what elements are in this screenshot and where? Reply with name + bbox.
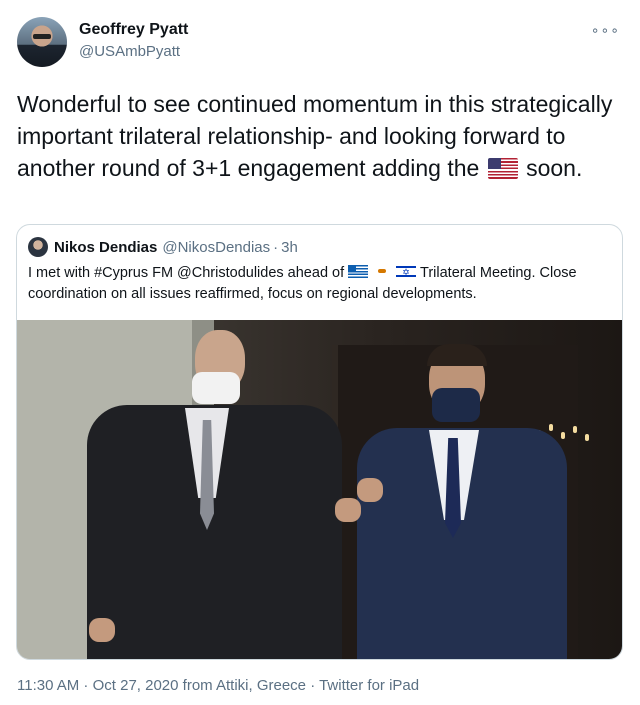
photo-hair-right <box>427 344 487 366</box>
tweet-text: Wonderful to see continued momentum in t… <box>17 88 617 184</box>
author-block: Geoffrey Pyatt @USAmbPyatt <box>79 20 188 62</box>
author-handle[interactable]: @USAmbPyatt <box>79 42 188 62</box>
tweet-text-part1: Wonderful to see continued momentum in t… <box>17 91 613 181</box>
quoted-tweet-card[interactable]: Nikos Dendias @NikosDendias · 3h I met w… <box>16 224 623 660</box>
tweet-footer: 11:30 AM · Oct 27, 2020 from Attiki, Gre… <box>17 677 420 694</box>
quoted-photo[interactable] <box>17 320 622 659</box>
photo-fist <box>357 478 383 502</box>
israel-flag-icon <box>396 263 417 284</box>
photo-mask-right <box>432 388 480 422</box>
us-flag-icon <box>487 158 518 179</box>
profile-avatar[interactable] <box>17 17 67 67</box>
more-dots-icon[interactable]: ∘∘∘ <box>591 22 620 39</box>
quoted-text: I met with #Cyprus FM @Christodulides ah… <box>28 263 613 305</box>
photo-hand-left <box>89 618 115 642</box>
tweet-text-part2: soon. <box>526 155 583 181</box>
quoted-author-handle[interactable]: @NikosDendias <box>162 239 270 256</box>
quoted-text-part1: I met with #Cyprus FM @Christodulides ah… <box>28 265 345 281</box>
quoted-author-name[interactable]: Nikos Dendias <box>54 239 157 256</box>
quoted-avatar[interactable] <box>28 237 48 257</box>
author-name[interactable]: Geoffrey Pyatt <box>79 20 188 40</box>
photo-mask-left <box>192 372 240 404</box>
quoted-header: Nikos Dendias @NikosDendias · 3h <box>28 237 298 257</box>
avatar-glasses <box>33 34 51 39</box>
quoted-separator: · <box>273 238 279 256</box>
quoted-time[interactable]: 3h <box>281 239 298 256</box>
photo-elbow-bump <box>335 498 361 522</box>
greece-flag-icon <box>348 265 369 278</box>
cyprus-flag-icon <box>372 265 393 278</box>
